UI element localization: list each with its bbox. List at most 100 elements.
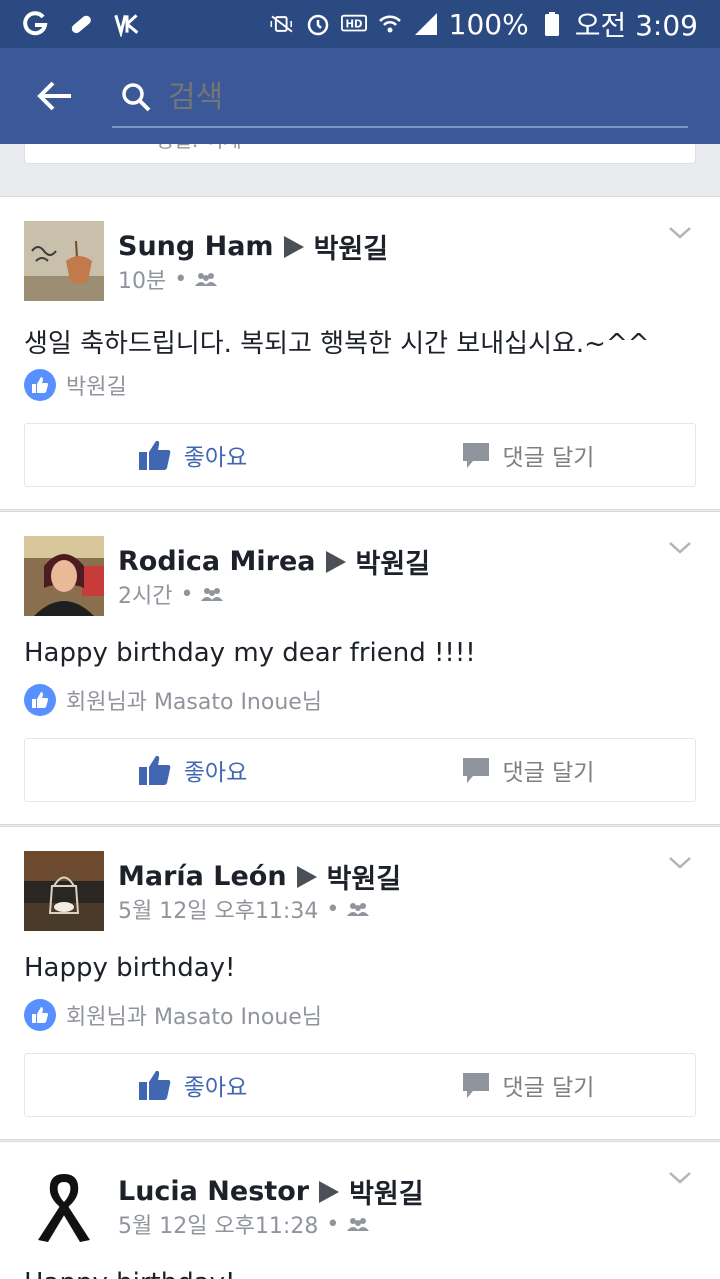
post-likes[interactable]: 박원길: [24, 369, 127, 401]
post-header: Lucia Nestor 박원길: [118, 1172, 424, 1211]
like-button[interactable]: 좋아요: [25, 1054, 360, 1116]
post-header: Rodica Mirea 박원길: [118, 542, 430, 581]
target-name[interactable]: 박원길: [356, 542, 431, 581]
feed-post: Lucia Nestor 박원길 5월 12일 오후11:28 • Happy …: [0, 1141, 720, 1279]
avatar[interactable]: [24, 536, 104, 616]
back-arrow-icon: [37, 81, 71, 111]
author-name[interactable]: Lucia Nestor: [118, 1176, 309, 1207]
like-button[interactable]: 좋아요: [25, 424, 360, 486]
news-feed[interactable]: 생일: 어제 Sung Ham 박원길 10분 • 생일 축하드립: [0, 144, 720, 1279]
app-bar: [0, 48, 720, 144]
post-text: Happy birthday!: [24, 1268, 235, 1279]
like-label: 좋아요: [183, 1075, 248, 1101]
to-arrow-icon: [283, 235, 304, 258]
author-name[interactable]: María León: [118, 861, 287, 892]
like-button[interactable]: 좋아요: [25, 739, 360, 801]
like-label: 좋아요: [183, 445, 248, 471]
post-actions: 좋아요 댓글 달기: [24, 738, 696, 802]
chevron-down-icon: [669, 1172, 691, 1184]
previous-post-card: 생일: 어제: [24, 144, 696, 164]
thumbs-up-icon: [138, 440, 171, 470]
previous-post-text: 생일: 어제: [155, 144, 242, 153]
like-reaction-icon: [24, 369, 56, 401]
to-arrow-icon: [325, 550, 346, 573]
to-arrow-icon: [296, 865, 317, 888]
pill-icon: [68, 11, 94, 37]
comment-label: 댓글 달기: [502, 1075, 595, 1101]
post-time[interactable]: 2시간: [118, 578, 172, 610]
target-name[interactable]: 박원길: [327, 857, 402, 896]
search-bar[interactable]: [112, 68, 688, 128]
avatar[interactable]: [24, 221, 104, 301]
hd-icon: HD: [340, 11, 367, 37]
like-reaction-icon: [24, 684, 56, 716]
likes-text: 박원길: [66, 375, 127, 400]
author-name[interactable]: Rodica Mirea: [118, 546, 316, 577]
alarm-icon: [305, 11, 331, 37]
friends-audience-icon: [347, 1218, 370, 1231]
post-actions: 좋아요 댓글 달기: [24, 1053, 696, 1117]
svg-text:HD: HD: [345, 20, 362, 31]
post-time[interactable]: 5월 12일 오후11:28: [118, 1208, 318, 1240]
post-likes[interactable]: 회원님과 Masato Inoue님: [24, 684, 322, 716]
like-label: 좋아요: [183, 760, 248, 786]
status-time: 오전 3:09: [574, 9, 698, 42]
like-reaction-icon: [24, 999, 56, 1031]
target-name[interactable]: 박원길: [349, 1172, 424, 1211]
post-time[interactable]: 5월 12일 오후11:34: [118, 893, 318, 925]
chevron-down-icon: [669, 542, 691, 554]
friends-audience-icon: [347, 903, 370, 916]
comment-button[interactable]: 댓글 달기: [360, 739, 695, 801]
post-header: María León 박원길: [118, 857, 401, 896]
thumbs-up-icon: [138, 1070, 171, 1100]
to-arrow-icon: [319, 1180, 340, 1203]
feed-post: Rodica Mirea 박원길 2시간 • Happy birthday my…: [0, 511, 720, 825]
post-header: Sung Ham 박원길: [118, 227, 388, 266]
post-time[interactable]: 10분: [118, 263, 166, 295]
comment-label: 댓글 달기: [502, 445, 595, 471]
target-name[interactable]: 박원길: [314, 227, 389, 266]
comment-button[interactable]: 댓글 달기: [360, 1054, 695, 1116]
post-meta: 10분 •: [118, 263, 218, 295]
back-button[interactable]: [0, 48, 110, 144]
battery-icon: [539, 11, 565, 37]
comment-icon: [462, 758, 489, 783]
post-text: Happy birthday!: [24, 953, 236, 983]
signal-icon: [413, 11, 439, 37]
mute-icon: [269, 11, 295, 37]
friends-audience-icon: [201, 588, 224, 601]
post-meta: 5월 12일 오후11:34 •: [118, 893, 370, 925]
battery-level: 100%: [448, 7, 529, 41]
likes-text: 회원님과 Masato Inoue님: [66, 690, 323, 715]
post-options-button[interactable]: [668, 1170, 692, 1189]
post-text: Happy birthday my dear friend !!!!: [24, 638, 476, 668]
comment-icon: [462, 443, 489, 468]
comment-label: 댓글 달기: [502, 760, 595, 786]
post-meta: 2시간 •: [118, 578, 224, 610]
comment-button[interactable]: 댓글 달기: [360, 424, 695, 486]
post-actions: 좋아요 댓글 달기: [24, 423, 696, 487]
post-text: 생일 축하드립니다. 복되고 행복한 시간 보내십시요.~^^: [24, 329, 650, 359]
post-options-button[interactable]: [668, 540, 692, 559]
g-icon: [22, 11, 48, 37]
status-bar: HD 100% 오전 3:09: [0, 0, 720, 48]
avatar[interactable]: [24, 851, 104, 931]
search-input[interactable]: [168, 79, 648, 115]
wifi-icon: [377, 11, 403, 37]
search-icon: [122, 83, 151, 112]
chevron-down-icon: [669, 227, 691, 239]
author-name[interactable]: Sung Ham: [118, 231, 274, 262]
post-options-button[interactable]: [668, 855, 692, 874]
feed-post: Sung Ham 박원길 10분 • 생일 축하드립니다. 복되고 행복한 시간…: [0, 196, 720, 510]
post-likes[interactable]: 회원님과 Masato Inoue님: [24, 999, 322, 1031]
thumbs-up-icon: [138, 755, 171, 785]
comment-icon: [462, 1073, 489, 1098]
chevron-down-icon: [669, 857, 691, 869]
friends-audience-icon: [195, 273, 218, 286]
feed-post: María León 박원길 5월 12일 오후11:34 • Happy bi…: [0, 826, 720, 1140]
likes-text: 회원님과 Masato Inoue님: [66, 1005, 323, 1030]
avatar[interactable]: [24, 1166, 104, 1246]
post-options-button[interactable]: [668, 225, 692, 244]
vk-icon: [114, 11, 140, 37]
post-meta: 5월 12일 오후11:28 •: [118, 1208, 370, 1240]
